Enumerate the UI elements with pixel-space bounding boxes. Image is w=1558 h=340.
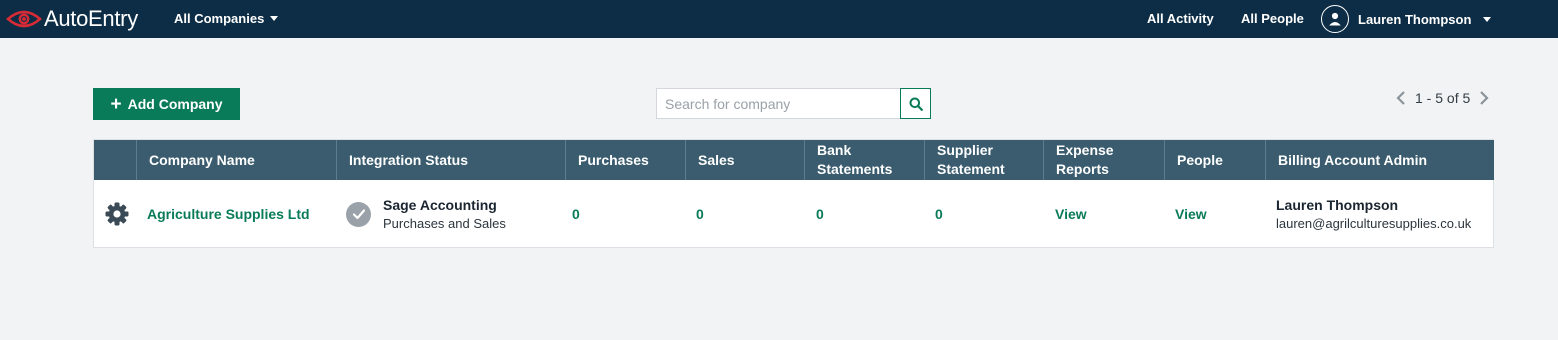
column-header-expense-reports[interactable]: Expense Reports [1043, 140, 1164, 180]
column-header-supplier-statement[interactable]: Supplier Statement [924, 140, 1043, 180]
gear-icon [105, 202, 129, 226]
integration-status: Sage Accounting Purchases and Sales [346, 180, 506, 248]
chevron-left-icon [1396, 91, 1405, 105]
billing-account-admin: Lauren Thompson lauren@agrilculturesuppl… [1276, 180, 1471, 248]
add-company-button[interactable]: + Add Company [93, 88, 240, 120]
expense-reports-view-link[interactable]: View [1055, 180, 1087, 248]
integration-name: Sage Accounting [383, 197, 497, 213]
add-company-label: Add Company [127, 96, 223, 112]
sales-count-link[interactable]: 0 [696, 180, 704, 248]
column-header-billing-account-admin[interactable]: Billing Account Admin [1265, 140, 1494, 180]
column-label: People [1177, 151, 1223, 168]
all-companies-label: All Companies [174, 11, 265, 26]
previous-page-button[interactable] [1395, 90, 1407, 106]
user-name: Lauren Thompson [1358, 11, 1472, 27]
people-view-link[interactable]: View [1175, 180, 1207, 248]
caret-down-icon [1483, 16, 1492, 22]
user-menu[interactable]: Lauren Thompson [1321, 4, 1492, 34]
column-header-sales[interactable]: Sales [685, 140, 804, 180]
pagination-range: 1 - 5 of 5 [1415, 90, 1471, 106]
column-label: Bank Statements [817, 142, 893, 177]
company-name-link[interactable]: Agriculture Supplies Ltd [147, 180, 310, 248]
table-header: Company Name Integration Status Purchase… [94, 140, 1494, 180]
search-icon [909, 97, 923, 111]
chevron-right-icon [1480, 91, 1489, 105]
column-header-purchases[interactable]: Purchases [565, 140, 685, 180]
column-header-bank-statements[interactable]: Bank Statements [804, 140, 924, 180]
check-circle-icon [346, 201, 371, 227]
column-header-company-name[interactable]: Company Name [136, 140, 336, 180]
column-label: Sales [698, 151, 735, 168]
search-button[interactable] [900, 88, 931, 119]
autoentry-eye-logo-icon [6, 10, 42, 28]
next-page-button[interactable] [1478, 90, 1490, 106]
column-label: Company Name [149, 151, 255, 168]
top-navigation-bar: AutoEntry All Companies All Activity All… [0, 0, 1558, 38]
nav-all-people[interactable]: All People [1241, 11, 1304, 26]
caret-down-icon [270, 16, 279, 21]
billing-admin-details: Lauren Thompson lauren@agrilculturesuppl… [1276, 197, 1471, 231]
supplier-statement-count-link[interactable]: 0 [935, 180, 943, 248]
column-header-people[interactable]: People [1164, 140, 1265, 180]
companies-table: Company Name Integration Status Purchase… [93, 139, 1494, 248]
brand-name: AutoEntry [44, 6, 138, 31]
search-input[interactable] [656, 88, 900, 119]
billing-admin-name: Lauren Thompson [1276, 197, 1399, 213]
company-settings-button[interactable] [104, 180, 132, 248]
column-header-integration-status[interactable]: Integration Status [336, 140, 565, 180]
all-companies-dropdown[interactable]: All Companies [174, 11, 279, 26]
table-row: Agriculture Supplies Ltd Sage Accounting… [94, 180, 1494, 248]
column-label: Billing Account Admin [1278, 151, 1428, 168]
nav-all-activity[interactable]: All Activity [1147, 11, 1214, 26]
column-label: Expense Reports [1056, 142, 1114, 177]
column-label: Integration Status [349, 151, 469, 168]
integration-status-text: Sage Accounting Purchases and Sales [383, 197, 506, 231]
pagination: 1 - 5 of 5 [1395, 88, 1490, 108]
purchases-count-link[interactable]: 0 [572, 180, 580, 248]
column-label: Supplier Statement [937, 142, 1005, 177]
bank-statements-count-link[interactable]: 0 [816, 180, 824, 248]
column-label: Purchases [578, 151, 649, 168]
column-header-settings [94, 140, 136, 180]
plus-icon: + [110, 93, 122, 115]
integration-scope: Purchases and Sales [383, 216, 506, 231]
user-icon [1321, 5, 1349, 33]
company-search [656, 88, 931, 119]
brand[interactable]: AutoEntry [6, 6, 138, 32]
billing-admin-email: lauren@agrilculturesupplies.co.uk [1276, 216, 1472, 231]
